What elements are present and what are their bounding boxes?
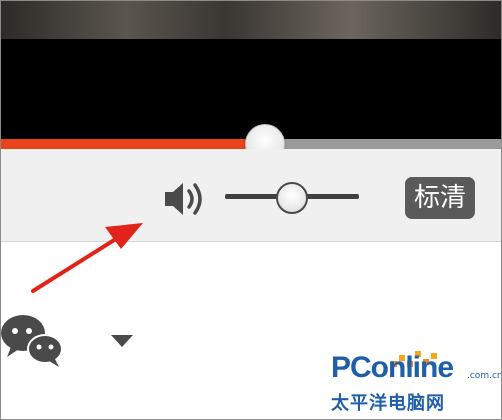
video-area[interactable]	[1, 1, 501, 139]
quality-button[interactable]: 标清	[405, 177, 475, 219]
dropdown-triangle-icon[interactable]	[109, 333, 135, 349]
progress-fill	[1, 139, 264, 149]
brand-name: PConline	[331, 351, 454, 384]
wechat-icon[interactable]	[1, 309, 67, 371]
volume-slider-handle[interactable]	[276, 182, 308, 214]
pconline-watermark: PConline .com.cn 太平洋电脑网	[331, 349, 502, 419]
player-frame: 标清 PConline .com.cn 太平洋电脑网	[0, 0, 502, 420]
brand-domain: .com.cn	[467, 371, 502, 381]
brand-chinese-name: 太平洋电脑网	[331, 393, 445, 414]
speaker-icon[interactable]	[159, 177, 209, 221]
video-frame	[1, 1, 501, 39]
